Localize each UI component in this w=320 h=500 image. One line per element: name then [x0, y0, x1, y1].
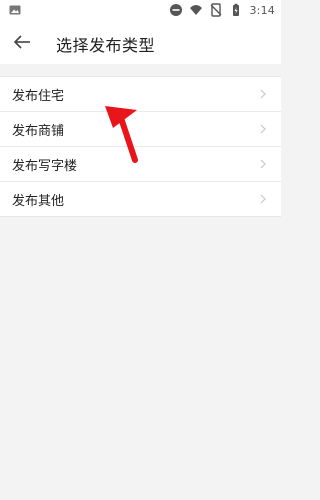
wifi-icon: [190, 5, 203, 15]
back-arrow-icon[interactable]: [10, 30, 34, 54]
chevron-right-icon: [260, 124, 266, 134]
battery-icon: [233, 3, 240, 16]
content-area: 发布住宅 发布商铺 发布写字楼 发布其他: [0, 64, 281, 500]
app-bar: 选择发布类型: [0, 20, 281, 64]
do-not-disturb-icon: [170, 4, 183, 16]
list-item-office[interactable]: 发布写字楼: [0, 147, 281, 182]
list-item-other[interactable]: 发布其他: [0, 182, 281, 216]
list-item-label: 发布其他: [12, 193, 65, 209]
status-bar: 3:14: [0, 0, 281, 20]
no-sim-icon: [210, 3, 222, 17]
publish-type-list: 发布住宅 发布商铺 发布写字楼 发布其他: [0, 76, 281, 217]
list-item-label: 发布商铺: [12, 123, 65, 139]
chevron-right-icon: [260, 159, 266, 169]
chevron-right-icon: [260, 194, 266, 204]
status-icons: 3:14: [169, 2, 275, 18]
list-item-label: 发布住宅: [12, 88, 65, 104]
list-item-label: 发布写字楼: [12, 158, 78, 174]
list-item-shop[interactable]: 发布商铺: [0, 112, 281, 147]
status-time: 3:14: [249, 3, 275, 17]
gallery-notification-icon: [9, 5, 21, 15]
page-title: 选择发布类型: [56, 36, 156, 55]
chevron-right-icon: [260, 89, 266, 99]
list-item-residential[interactable]: 发布住宅: [0, 77, 281, 112]
